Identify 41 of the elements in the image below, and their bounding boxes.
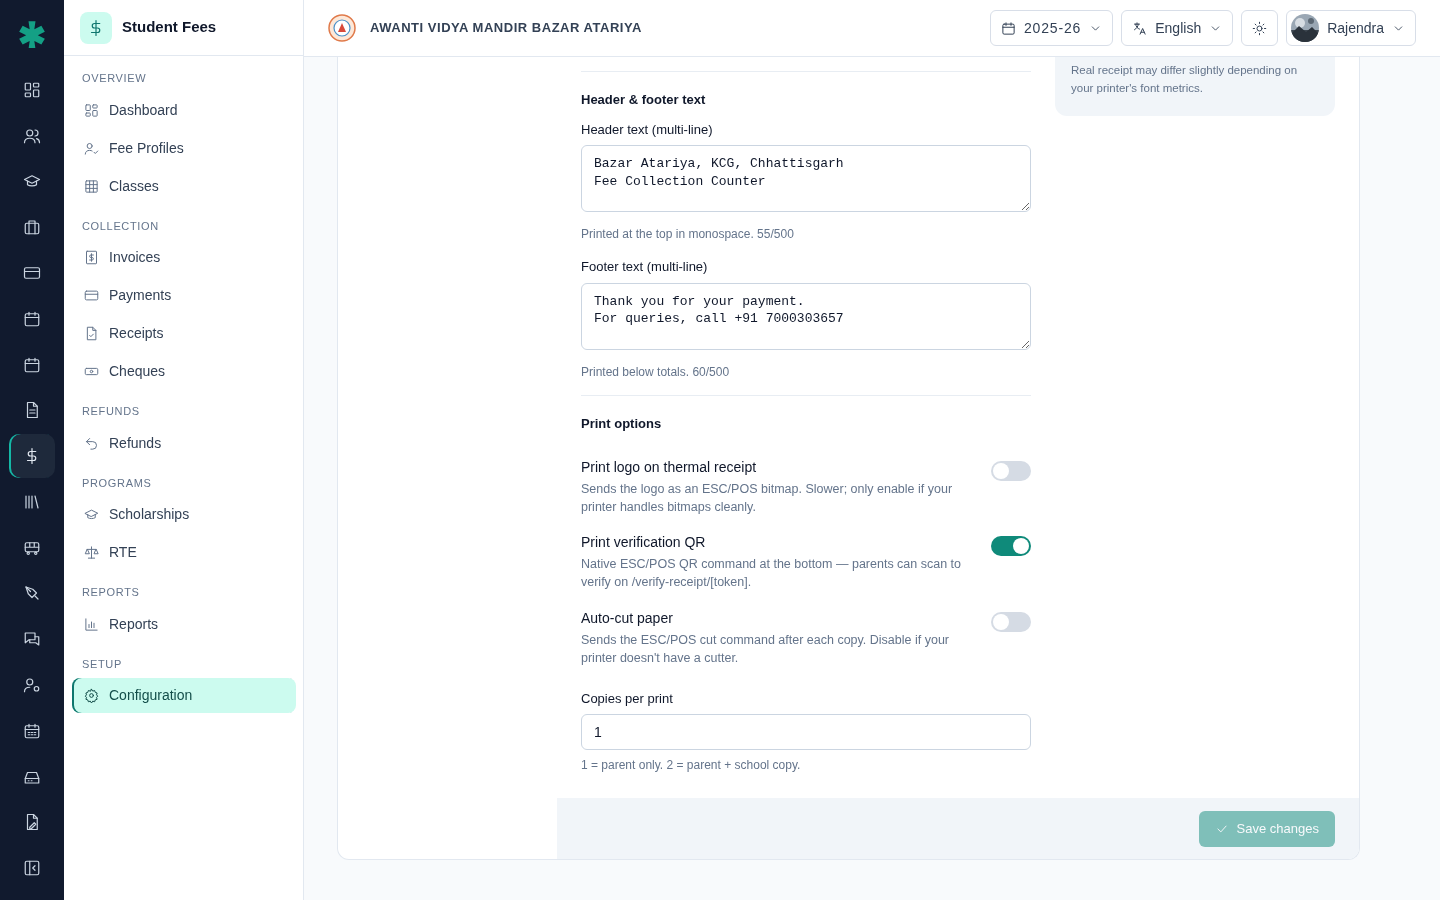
language-dropdown[interactable]: English [1121,10,1234,46]
field-label: Footer text (multi-line) [581,258,709,276]
sidebar-item[interactable]: Invoices [72,240,296,275]
option-title: Print verification QR [581,533,707,553]
field-label: Copies per print [581,689,674,708]
option-description: Sends the ESC/POS cut command after each copy. Disable if your printer doesn't have a cutter. [581,631,950,667]
sidebar-item[interactable]: Payments [72,278,296,313]
text-area[interactable]: Thank you for your payment. For queries, call +91 7000303657 [581,282,1031,350]
user-menu[interactable]: Rajendra [1286,10,1416,46]
section-heading: OVERVIEW [81,71,148,86]
option-title: Auto-cut paper [581,608,674,628]
module-title: Student Fees [122,17,217,38]
input-field[interactable]: 1 [581,714,1031,751]
section-heading: COLLECTION [81,218,160,234]
field-label: Header text (multi-line) [581,120,714,139]
sidebar-item[interactable]: Classes [72,168,296,204]
option-description: Sends the logo as an ESC/POS bitmap. Slower; only enable if your printer handles bitmaps cleanly. [581,481,954,517]
sidebar-item[interactable]: Dashboard [72,92,296,128]
help-text: Printed below totals. 60/500 [581,363,731,381]
sidebar-item[interactable]: RTE [72,535,296,570]
sidebar-item[interactable]: Fee Profiles [72,130,296,166]
sidebar-item[interactable]: Configuration [72,678,296,713]
help-text: Printed at the top in monospace. 55/500 [581,226,795,243]
sidebar-item[interactable]: Receipts [72,316,296,351]
sidebar-item[interactable]: Cheques [72,354,296,389]
section-heading: REFUNDS [81,404,141,419]
section-title: Print options [581,414,663,433]
sidebar-item[interactable]: Refunds [72,425,296,461]
help-text: 1 = parent only. 2 = parent + school copy. [581,757,802,775]
section-heading: REPORTS [81,585,141,600]
sidebar-item[interactable]: Reports [72,606,296,642]
option-description: Native ESC/POS QR command at the bottom — parents can scan to verify on /verify-receipt/[token]. [581,556,963,592]
section-heading: PROGRAMS [81,475,153,491]
school-name: AWANTI VIDYA MANDIR BAZAR ATARIYA [370,19,642,38]
preview-note: Real receipt may differ slightly depending on your printer's font metrics. [1071,64,1298,95]
year-dropdown[interactable]: 2025-26 [990,10,1114,46]
section-heading: SETUP [81,656,123,672]
sidebar-item[interactable]: Scholarships [72,497,296,532]
option-title: Print logo on thermal receipt [581,458,758,477]
section-title: Header & footer text [581,91,707,109]
text-area[interactable]: Bazar Atariya, KCG, Chhattisgarh Fee Collection Counter [581,145,1031,212]
